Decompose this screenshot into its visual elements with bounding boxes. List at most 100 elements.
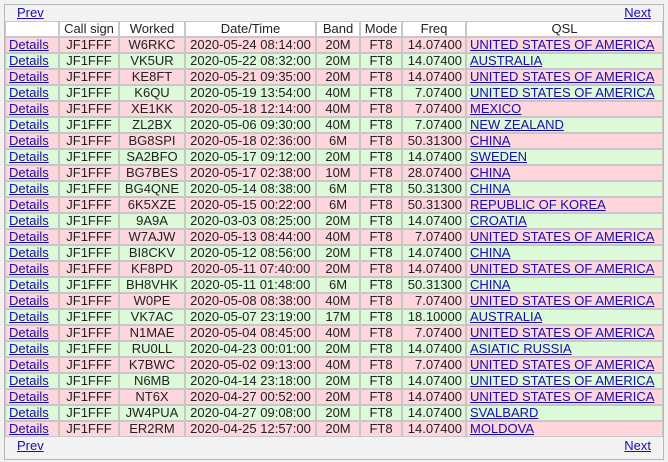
worked-cell: KE8FT (119, 69, 185, 85)
worked-cell: K7BWC (119, 357, 185, 373)
qsl-link[interactable]: UNITED STATES OF AMERICA (470, 326, 654, 340)
qsl-link[interactable]: SVALBARD (470, 406, 538, 420)
mode-cell: FT8 (360, 149, 402, 165)
mode-cell: FT8 (360, 421, 402, 437)
worked-cell: ER2RM (119, 421, 185, 437)
qsl-link[interactable]: UNITED STATES OF AMERICA (470, 38, 654, 52)
details-cell: Details (5, 53, 59, 69)
details-link[interactable]: Details (9, 246, 49, 260)
qsl-link[interactable]: CHINA (470, 182, 510, 196)
details-link[interactable]: Details (9, 310, 49, 324)
details-link[interactable]: Details (9, 150, 49, 164)
qsl-link[interactable]: CROATIA (470, 214, 527, 228)
worked-cell: N1MAE (119, 325, 185, 341)
prev-page-link-top[interactable]: Prev (17, 5, 44, 21)
details-link[interactable]: Details (9, 406, 49, 420)
details-link[interactable]: Details (9, 38, 49, 52)
mode-cell: FT8 (360, 373, 402, 389)
qsl-link[interactable]: UNITED STATES OF AMERICA (470, 70, 654, 84)
table-row: Details JF1FFF VK7AC 2020-05-07 23:19:00 17M… (5, 309, 663, 325)
qsl-link[interactable]: SWEDEN (470, 150, 527, 164)
qsl-link[interactable]: UNITED STATES OF AMERICA (470, 230, 654, 244)
qsl-cell: REPUBLIC OF KOREA (466, 197, 663, 213)
qsl-link[interactable]: CHINA (470, 246, 510, 260)
qsl-link[interactable]: CHINA (470, 278, 510, 292)
qsl-link[interactable]: UNITED STATES OF AMERICA (470, 358, 654, 372)
details-cell: Details (5, 421, 59, 437)
details-link[interactable]: Details (9, 134, 49, 148)
qsl-link[interactable]: REPUBLIC OF KOREA (470, 198, 606, 212)
datetime-cell: 2020-05-17 02:38:00 (185, 165, 316, 181)
details-link[interactable]: Details (9, 342, 49, 356)
qsl-link[interactable]: UNITED STATES OF AMERICA (470, 262, 654, 276)
band-cell: 40M (316, 293, 360, 309)
qsl-link[interactable]: UNITED STATES OF AMERICA (470, 294, 654, 308)
qsl-link[interactable]: AUSTRALIA (470, 310, 542, 324)
datetime-cell: 2020-05-12 08:56:00 (185, 245, 316, 261)
qsl-link[interactable]: MEXICO (470, 102, 521, 116)
details-link[interactable]: Details (9, 294, 49, 308)
details-cell: Details (5, 341, 59, 357)
qsl-cell: UNITED STATES OF AMERICA (466, 293, 663, 309)
mode-cell: FT8 (360, 261, 402, 277)
details-link[interactable]: Details (9, 326, 49, 340)
details-link[interactable]: Details (9, 182, 49, 196)
mode-cell: FT8 (360, 197, 402, 213)
details-link[interactable]: Details (9, 278, 49, 292)
worked-cell: BG7BES (119, 165, 185, 181)
worked-cell: BI8CKV (119, 245, 185, 261)
details-cell: Details (5, 181, 59, 197)
qsl-link[interactable]: NEW ZEALAND (470, 118, 564, 132)
qsl-link[interactable]: AUSTRALIA (470, 54, 542, 68)
band-cell: 10M (316, 165, 360, 181)
table-row: Details JF1FFF JW4PUA 2020-04-27 09:08:00 20… (5, 405, 663, 421)
details-cell: Details (5, 229, 59, 245)
next-page-link-bottom[interactable]: Next (624, 438, 651, 454)
datetime-cell: 2020-05-21 09:35:00 (185, 69, 316, 85)
details-cell: Details (5, 277, 59, 293)
band-cell: 20M (316, 69, 360, 85)
details-link[interactable]: Details (9, 102, 49, 116)
details-cell: Details (5, 69, 59, 85)
qsl-link[interactable]: UNITED STATES OF AMERICA (470, 390, 654, 404)
qsl-link[interactable]: CHINA (470, 134, 510, 148)
details-link[interactable]: Details (9, 118, 49, 132)
mode-cell: FT8 (360, 165, 402, 181)
details-cell: Details (5, 85, 59, 101)
call-sign-cell: JF1FFF (59, 165, 119, 181)
header-mode: Mode (360, 21, 402, 37)
details-cell: Details (5, 325, 59, 341)
qsl-cell: UNITED STATES OF AMERICA (466, 373, 663, 389)
next-page-link-top[interactable]: Next (624, 5, 651, 21)
details-link[interactable]: Details (9, 230, 49, 244)
details-link[interactable]: Details (9, 198, 49, 212)
details-link[interactable]: Details (9, 358, 49, 372)
details-link[interactable]: Details (9, 54, 49, 68)
band-cell: 20M (316, 405, 360, 421)
datetime-cell: 2020-05-15 00:22:00 (185, 197, 316, 213)
header-date-time: Date/Time (185, 21, 316, 37)
qsl-link[interactable]: ASIATIC RUSSIA (470, 342, 572, 356)
call-sign-cell: JF1FFF (59, 101, 119, 117)
qsl-link[interactable]: UNITED STATES OF AMERICA (470, 86, 654, 100)
details-link[interactable]: Details (9, 262, 49, 276)
qsl-link[interactable]: UNITED STATES OF AMERICA (470, 374, 654, 388)
details-link[interactable]: Details (9, 166, 49, 180)
details-link[interactable]: Details (9, 86, 49, 100)
table-header-row: Call sign Worked Date/Time Band Mode Fre… (5, 21, 663, 37)
worked-cell: RU0LL (119, 341, 185, 357)
table-body: Details JF1FFF W6RKC 2020-05-24 08:14:00 20M… (5, 37, 663, 437)
details-link[interactable]: Details (9, 390, 49, 404)
details-link[interactable]: Details (9, 422, 49, 436)
details-link[interactable]: Details (9, 70, 49, 84)
details-link[interactable]: Details (9, 214, 49, 228)
qsl-link[interactable]: MOLDOVA (470, 422, 534, 436)
qsl-link[interactable]: CHINA (470, 166, 510, 180)
details-link[interactable]: Details (9, 374, 49, 388)
details-cell: Details (5, 405, 59, 421)
freq-cell: 50.31300 (402, 133, 466, 149)
freq-cell: 14.07400 (402, 53, 466, 69)
table-row: Details JF1FFF KF8PD 2020-05-11 07:40:00 20M… (5, 261, 663, 277)
prev-page-link-bottom[interactable]: Prev (17, 438, 44, 454)
worked-cell: W7AJW (119, 229, 185, 245)
